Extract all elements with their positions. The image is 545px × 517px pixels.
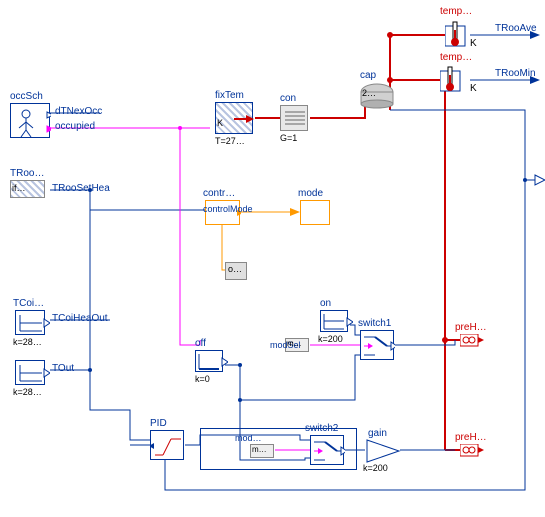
troo-label: TRoo… bbox=[10, 168, 44, 179]
troosethea-label: TRooSetHea bbox=[52, 183, 110, 194]
occsch-block bbox=[10, 103, 50, 138]
con-block bbox=[280, 105, 308, 131]
mod2-label: mod… bbox=[235, 433, 262, 443]
gain-label: gain bbox=[368, 428, 387, 439]
tout-label: TOut bbox=[52, 363, 74, 374]
on-label: on bbox=[320, 298, 331, 309]
preh1-block bbox=[460, 334, 478, 346]
switch2-block bbox=[310, 435, 344, 465]
pid-block bbox=[150, 430, 184, 460]
fixtem-k: K bbox=[217, 118, 223, 128]
temp-sensor-min bbox=[440, 65, 468, 100]
switch1-label: switch1 bbox=[358, 318, 391, 329]
tcoi-block bbox=[15, 310, 45, 335]
mod2-sub: m… bbox=[252, 445, 267, 454]
off-param: k=0 bbox=[195, 374, 210, 384]
modelica-diagram: temp… K TRooAve temp… K TRooMin cap 2… f… bbox=[0, 0, 545, 517]
troo-sub: if… bbox=[12, 183, 26, 193]
occupied-label: occupied bbox=[55, 121, 95, 132]
off-block bbox=[195, 350, 223, 372]
o-label: o… bbox=[228, 264, 242, 274]
mode-label: mode bbox=[298, 188, 323, 199]
fixtem-label: fixTem bbox=[215, 90, 244, 101]
mode-block bbox=[300, 200, 330, 225]
temp-min-label: temp… bbox=[440, 52, 472, 63]
tout-param: k=28… bbox=[13, 387, 42, 397]
dtnexocc-label: dTNexOcc bbox=[55, 106, 102, 117]
troomin-label: TRooMin bbox=[495, 68, 536, 79]
tcoiheaout-label: TCoiHeaOut bbox=[52, 313, 108, 324]
tcoi-label: TCoi… bbox=[13, 298, 44, 309]
tcoi-param: k=28… bbox=[13, 337, 42, 347]
temp-ave-label: temp… bbox=[440, 6, 472, 17]
fixtem-param: T=27… bbox=[215, 136, 245, 146]
switch1-block bbox=[360, 330, 394, 360]
contr-label: contr… bbox=[203, 188, 235, 199]
temp-ave-unit: K bbox=[470, 38, 477, 49]
con-label: con bbox=[280, 93, 296, 104]
modsel-sub: m… bbox=[287, 339, 302, 348]
temp-sensor-ave bbox=[445, 20, 473, 55]
gain-param: k=200 bbox=[363, 463, 388, 473]
temp-min-unit: K bbox=[470, 83, 477, 94]
on-param: k=200 bbox=[318, 334, 343, 344]
switch2-label: switch2 bbox=[305, 423, 338, 434]
preh1-label: preH… bbox=[455, 322, 487, 333]
on-block bbox=[320, 310, 348, 332]
off-label: off bbox=[195, 338, 206, 349]
controlmode-label: controlMode bbox=[203, 204, 253, 214]
cap-sub: 2… bbox=[362, 88, 376, 98]
occsch-label: occSch bbox=[10, 91, 43, 102]
trooave-label: TRooAve bbox=[495, 23, 537, 34]
con-param: G=1 bbox=[280, 133, 297, 143]
pid-label: PID bbox=[150, 418, 167, 429]
tout-block bbox=[15, 360, 45, 385]
preh2-label: preH… bbox=[455, 432, 487, 443]
preh2-block bbox=[460, 444, 478, 456]
cap-label: cap bbox=[360, 70, 376, 81]
